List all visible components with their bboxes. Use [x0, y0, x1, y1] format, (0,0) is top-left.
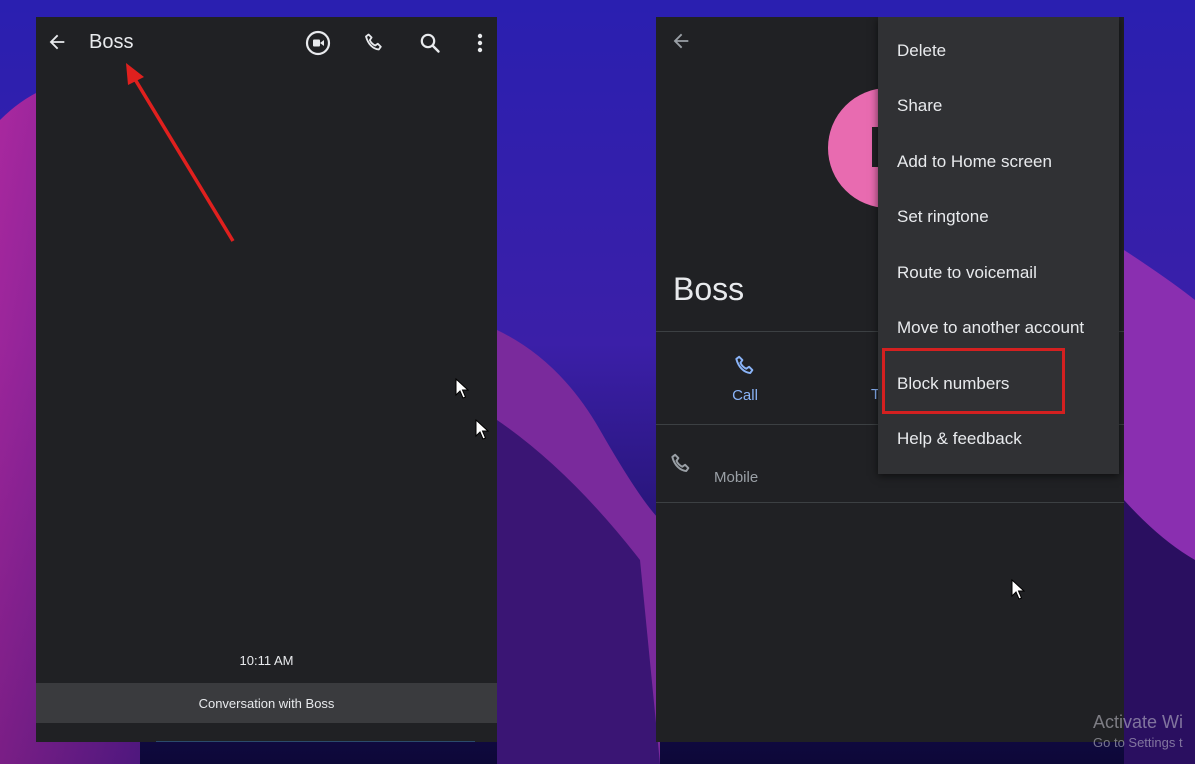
conversation-label: Conversation with Boss: [198, 695, 335, 711]
arrow-back-icon[interactable]: [670, 30, 692, 52]
contact-name: Boss: [673, 271, 745, 307]
phone-type-label: Mobile: [714, 469, 759, 486]
phone-icon: [732, 353, 758, 383]
conversation-info-bar: Conversation with Boss: [36, 683, 497, 723]
contact-details-screen: Boss Call T Mobile Delete Share Add to H…: [656, 17, 1124, 742]
call-action-label: Call: [732, 387, 758, 404]
video-call-icon[interactable]: [305, 30, 331, 56]
more-vert-icon[interactable]: [476, 31, 484, 55]
menu-item-add-to-home[interactable]: Add to Home screen: [897, 152, 1052, 172]
windows-activation-watermark: Activate Wi Go to Settings t: [1093, 712, 1183, 750]
top-app-bar: Boss: [36, 17, 497, 69]
messages-conversation-screen: Boss 10:11 AM Conversation with Boss: [36, 17, 497, 742]
search-icon[interactable]: [418, 31, 442, 55]
menu-item-delete[interactable]: Delete: [897, 41, 946, 61]
arrow-back-icon[interactable]: [46, 31, 68, 53]
watermark-subtitle: Go to Settings t: [1093, 735, 1183, 750]
compose-field-edge[interactable]: [156, 741, 475, 742]
conversation-title[interactable]: Boss: [89, 31, 133, 54]
message-timestamp: 10:11 AM: [239, 653, 294, 668]
annotation-highlight-box: [882, 348, 1065, 414]
phone-icon[interactable]: [668, 451, 694, 477]
watermark-title: Activate Wi: [1093, 712, 1184, 732]
divider: [656, 502, 1124, 503]
phone-icon[interactable]: [362, 31, 386, 55]
menu-item-move-account[interactable]: Move to another account: [897, 318, 1084, 338]
mouse-cursor-icon: [1011, 579, 1025, 600]
mouse-cursor-icon: [455, 378, 469, 399]
menu-item-help-feedback[interactable]: Help & feedback: [897, 429, 1022, 449]
mouse-cursor-icon: [475, 419, 489, 440]
annotation-arrow: [126, 63, 235, 242]
menu-item-set-ringtone[interactable]: Set ringtone: [897, 207, 989, 227]
call-action-button[interactable]: Call: [732, 353, 758, 404]
menu-item-route-voicemail[interactable]: Route to voicemail: [897, 263, 1037, 283]
menu-item-share[interactable]: Share: [897, 96, 942, 116]
